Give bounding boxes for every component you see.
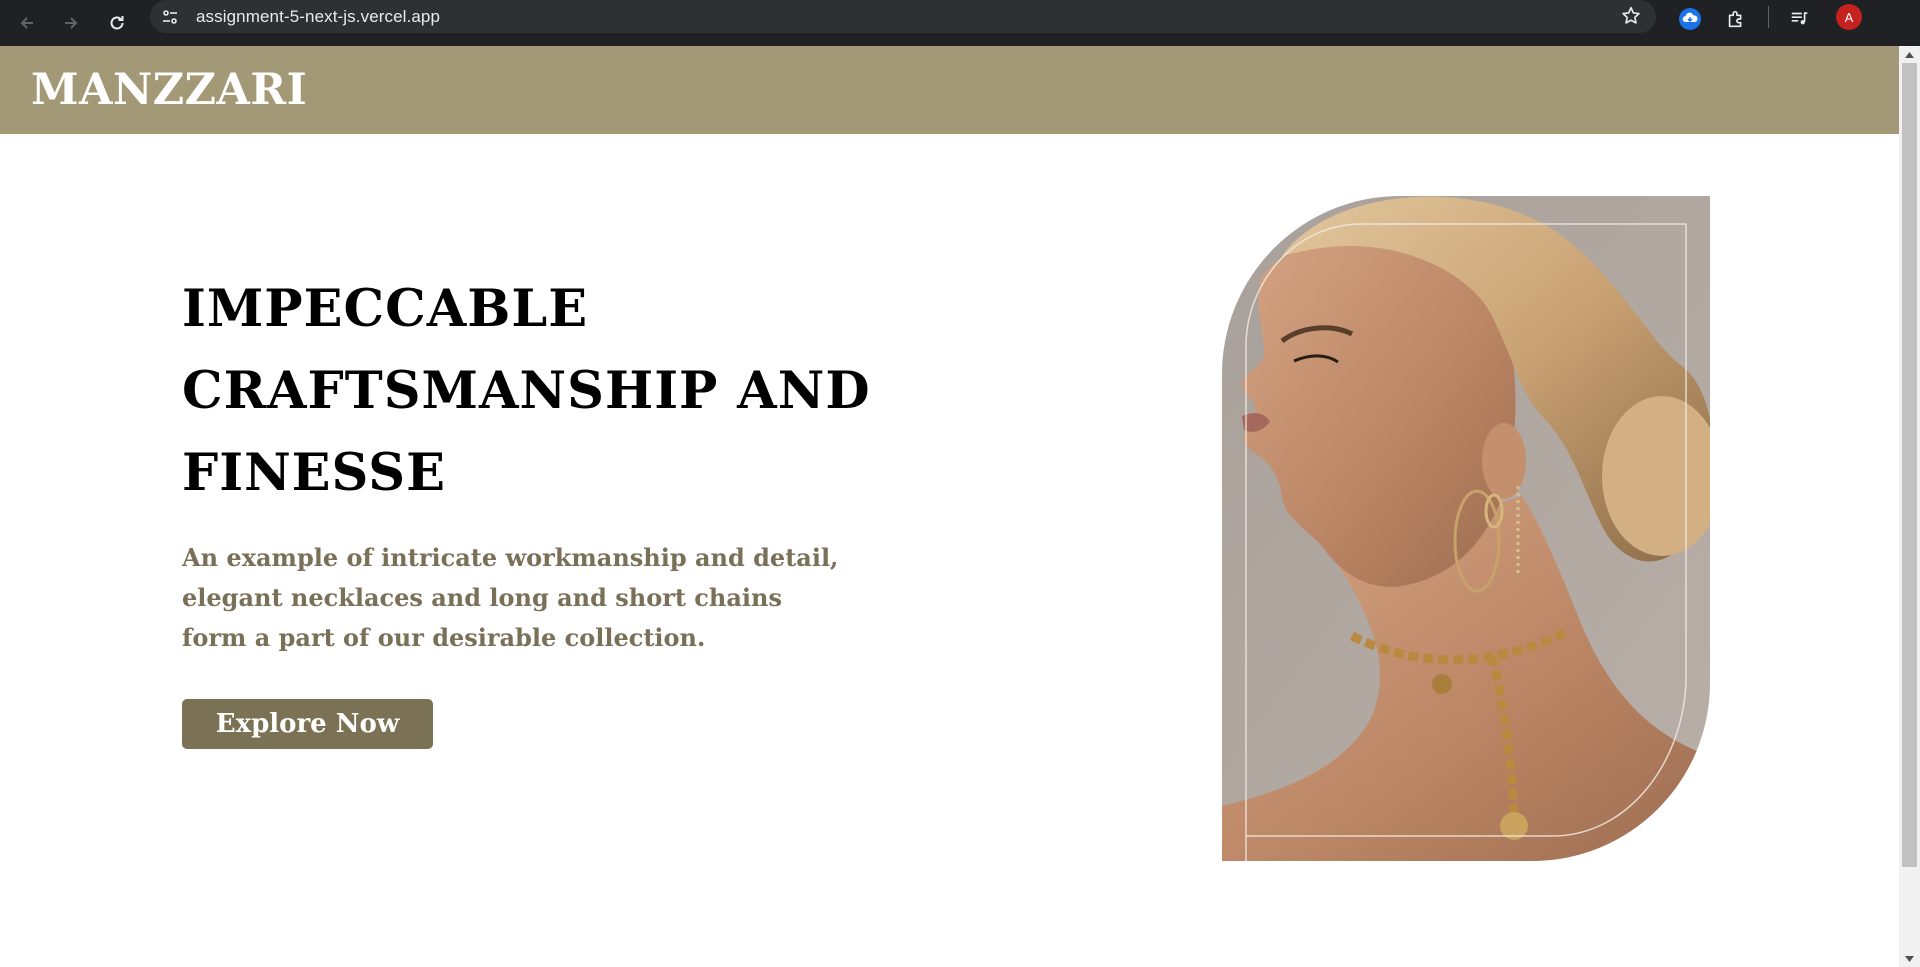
scrollbar-thumb[interactable] bbox=[1902, 63, 1917, 867]
site-header: MANZZARI bbox=[0, 46, 1899, 134]
vertical-scrollbar[interactable] bbox=[1899, 46, 1920, 967]
browser-toolbar: assignment-5-next-js.vercel.app A bbox=[0, 0, 1920, 46]
profile-avatar[interactable]: A bbox=[1836, 4, 1862, 30]
puzzle-extensions-icon[interactable] bbox=[1722, 5, 1750, 33]
hero-title: IMPECCABLE CRAFTSMANSHIP AND FINESSE bbox=[182, 279, 871, 503]
cloud-extension-icon[interactable] bbox=[1676, 5, 1704, 33]
brand-logo[interactable]: MANZZARI bbox=[31, 66, 307, 114]
media-queue-icon[interactable] bbox=[1786, 5, 1814, 33]
reload-icon[interactable] bbox=[98, 4, 136, 42]
hero-description: An example of intricate workmanship and … bbox=[182, 543, 839, 652]
hero-model-image bbox=[1222, 196, 1710, 861]
address-bar[interactable]: assignment-5-next-js.vercel.app bbox=[150, 0, 1656, 33]
toolbar-divider bbox=[1768, 6, 1769, 28]
back-icon[interactable] bbox=[8, 4, 46, 42]
scroll-up-arrow-icon[interactable] bbox=[1899, 46, 1920, 63]
scroll-down-arrow-icon[interactable] bbox=[1899, 950, 1920, 967]
page-viewport: MANZZARI IMPECCABLE CRAFTSMANSHIP AND FI… bbox=[0, 46, 1899, 967]
forward-icon[interactable] bbox=[52, 4, 90, 42]
bookmark-star-icon[interactable] bbox=[1620, 5, 1642, 31]
url-text[interactable]: assignment-5-next-js.vercel.app bbox=[196, 7, 440, 27]
site-info-icon[interactable] bbox=[158, 5, 182, 29]
explore-now-button[interactable]: Explore Now bbox=[182, 699, 433, 749]
